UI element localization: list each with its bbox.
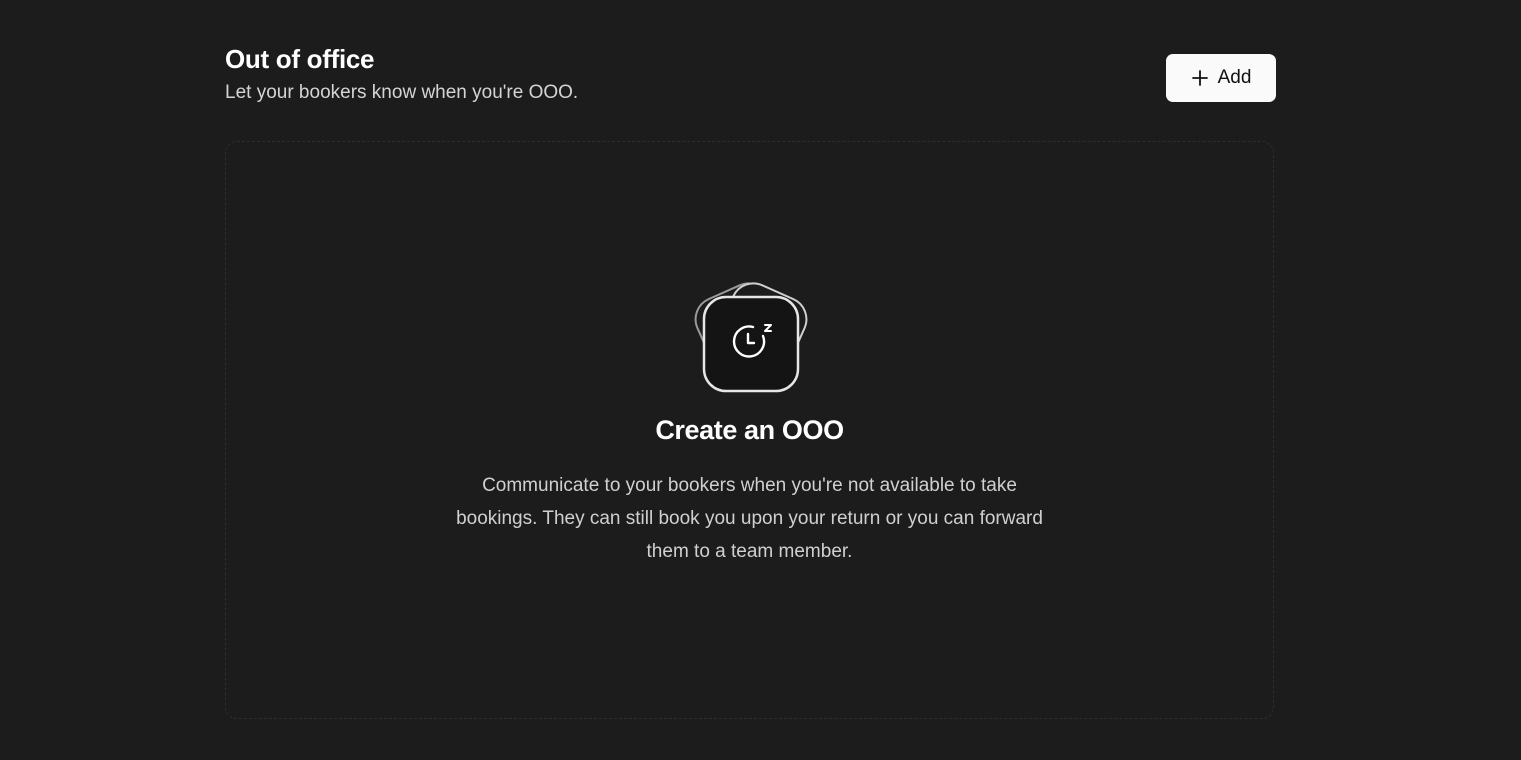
add-button[interactable]: Add [1166, 54, 1276, 102]
page-title: Out of office [225, 44, 375, 74]
page: Out of office Let your bookers know when… [0, 0, 1521, 760]
empty-state-description: Communicate to your bookers when you're … [456, 475, 1043, 562]
plus-icon [1191, 70, 1208, 86]
page-subtitle: Let your bookers know when you're OOO. [225, 82, 579, 103]
add-button-label: Add [1217, 67, 1252, 88]
empty-state-title: Create an OOO [655, 415, 844, 445]
clock-snooze-icon [694, 282, 808, 393]
empty-state-card: Create an OOO Communicate to your booker… [225, 141, 1274, 719]
page-header: Out of office Let your bookers know when… [225, 43, 1276, 107]
